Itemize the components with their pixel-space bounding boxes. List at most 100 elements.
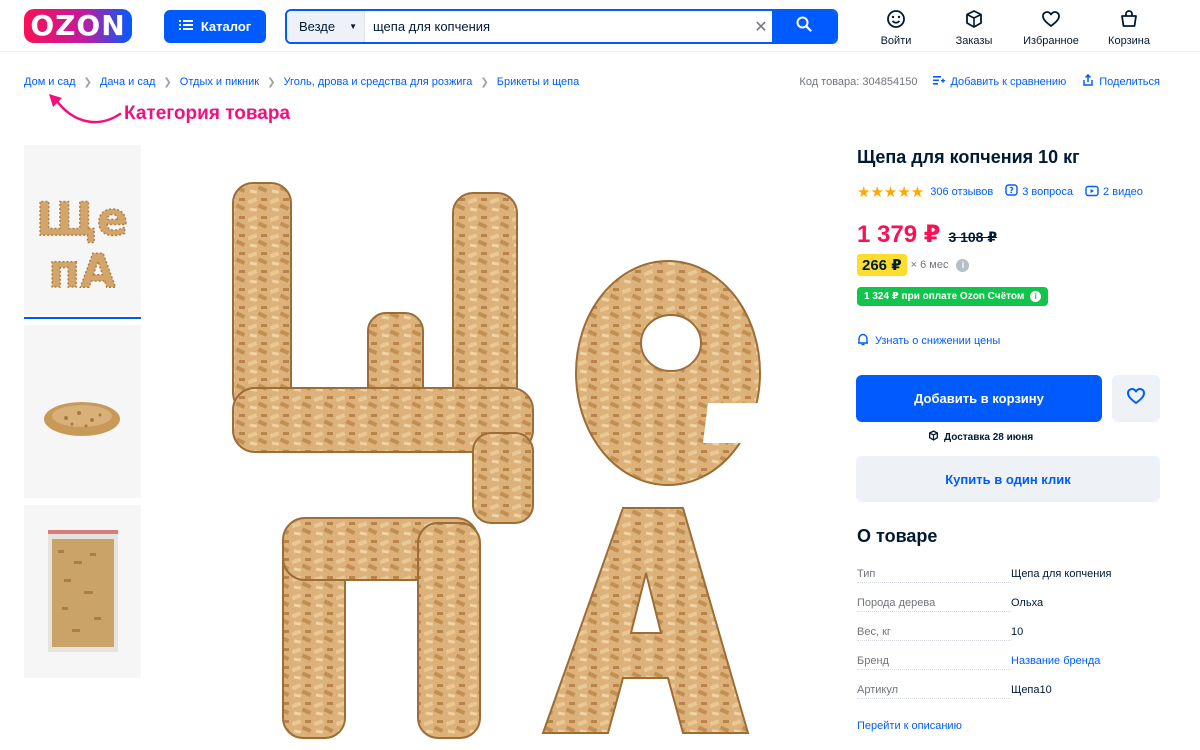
smile-icon bbox=[886, 9, 906, 34]
nav-favorites[interactable]: Избранное bbox=[1016, 9, 1086, 47]
brand-link[interactable]: Название бренда bbox=[1011, 655, 1100, 667]
heart-icon bbox=[1126, 387, 1146, 410]
spec-row: Тип Щепа для копчения bbox=[857, 568, 1160, 597]
wood-chips-letters-large-image bbox=[232, 182, 763, 739]
search-button[interactable] bbox=[772, 11, 836, 42]
gallery-thumbnail[interactable] bbox=[24, 505, 141, 678]
breadcrumb-item[interactable]: Брикеты и щепа bbox=[497, 76, 580, 88]
wood-chips-letters-image: Ще пА bbox=[24, 145, 141, 315]
bell-icon bbox=[857, 333, 869, 349]
videos-count: 2 видео bbox=[1103, 186, 1143, 198]
reviews-link[interactable]: 306 отзывов bbox=[930, 186, 993, 198]
compare-label: Добавить к сравнению bbox=[950, 75, 1067, 88]
menu-icon bbox=[178, 19, 193, 34]
compare-icon bbox=[933, 75, 946, 89]
share-icon bbox=[1082, 73, 1094, 89]
notify-label: Узнать о снижении цены bbox=[875, 335, 1001, 347]
installment-term: × 6 мес bbox=[910, 259, 949, 271]
questions-count: 3 вопроса bbox=[1022, 186, 1074, 198]
heart-icon bbox=[1041, 9, 1061, 34]
spec-key: Бренд bbox=[857, 655, 1011, 670]
current-price: 1 379 ₽ bbox=[857, 221, 941, 248]
nav-favorites-label: Избранное bbox=[1023, 35, 1079, 47]
add-to-cart-button[interactable]: Добавить в корзину bbox=[856, 375, 1102, 422]
spec-key: Порода дерева bbox=[857, 597, 1011, 612]
search-bar: Везде ▼ ✕ bbox=[285, 9, 838, 44]
specs-table: Тип Щепа для копчения Порода дерева Ольх… bbox=[857, 568, 1160, 713]
chevron-right-icon: ❯ bbox=[163, 76, 172, 88]
question-icon: ? bbox=[1005, 184, 1018, 200]
cart-icon bbox=[1119, 9, 1139, 34]
breadcrumb-item[interactable]: Дача и сад bbox=[100, 76, 155, 88]
active-thumbnail-indicator bbox=[24, 317, 141, 319]
nav-login-label: Войти bbox=[880, 35, 912, 47]
wood-chips-pile-image bbox=[24, 325, 141, 498]
product-title: Щепа для копчения 10 кг bbox=[857, 147, 1080, 167]
box-icon bbox=[928, 430, 939, 444]
spec-row: Вес, кг 10 bbox=[857, 626, 1160, 655]
box-icon bbox=[964, 9, 984, 34]
buy-one-click-button[interactable]: Купить в один клик bbox=[856, 456, 1160, 502]
breadcrumb-item[interactable]: Дом и сад bbox=[24, 76, 76, 88]
gallery-thumbnail[interactable]: Ще пА bbox=[24, 145, 141, 315]
old-price: 3 108 ₽ bbox=[948, 229, 998, 245]
spec-value: Щепа для копчения bbox=[1011, 568, 1112, 580]
svg-text:Ще: Ще bbox=[36, 192, 128, 246]
questions-link[interactable]: ? 3 вопроса bbox=[1005, 184, 1073, 200]
spec-key: Артикул bbox=[857, 684, 1011, 699]
annotation-label: Категория товара bbox=[124, 103, 291, 124]
compare-link[interactable]: Добавить к сравнению bbox=[933, 75, 1066, 89]
search-input[interactable] bbox=[373, 11, 753, 42]
chevron-right-icon: ❯ bbox=[267, 76, 276, 88]
main-product-image[interactable] bbox=[203, 143, 768, 743]
catalog-label: Каталог bbox=[200, 19, 252, 34]
search-icon bbox=[796, 16, 812, 37]
delivery-date: Доставка 28 июня bbox=[944, 431, 1034, 443]
header: OZON Каталог Везде ▼ ✕ Войти Заказы bbox=[0, 0, 1200, 52]
video-icon bbox=[1085, 185, 1099, 200]
spec-row: Порода дерева Ольха bbox=[857, 597, 1160, 626]
spec-row: Бренд Название бренда bbox=[857, 655, 1160, 684]
info-icon: i bbox=[1030, 291, 1042, 302]
annotation-arrow-icon bbox=[49, 94, 122, 124]
price-row: 1 379 ₽ 3 108 ₽ bbox=[857, 220, 997, 249]
breadcrumb-item[interactable]: Уголь, дрова и средства для розжига bbox=[283, 76, 472, 88]
gallery-thumbnail[interactable] bbox=[24, 325, 141, 498]
clear-search-icon[interactable]: ✕ bbox=[749, 11, 773, 42]
ozon-card-price-badge[interactable]: 1 324 ₽ при оплате Ozon Счётом i bbox=[857, 287, 1049, 306]
breadcrumb-item[interactable]: Отдых и пикник bbox=[180, 76, 259, 88]
spec-value: Щепа10 bbox=[1011, 684, 1052, 696]
search-scope-select[interactable]: Везде ▼ bbox=[287, 11, 365, 42]
add-to-favorites-button[interactable] bbox=[1112, 375, 1160, 422]
delivery-info: Доставка 28 июня bbox=[928, 430, 1033, 444]
logo-text: OZON bbox=[30, 9, 126, 42]
svg-text:?: ? bbox=[1009, 186, 1014, 195]
price-drop-notify-link[interactable]: Узнать о снижении цены bbox=[857, 333, 1000, 349]
nav-cart[interactable]: Корзина bbox=[1094, 9, 1164, 47]
nav-cart-label: Корзина bbox=[1108, 35, 1150, 47]
about-product-heading: О товаре bbox=[857, 526, 938, 546]
nav-login[interactable]: Войти bbox=[861, 9, 931, 47]
installment-row: 266 ₽ × 6 мес i bbox=[857, 254, 970, 276]
ozon-logo[interactable]: OZON bbox=[24, 9, 132, 43]
share-link[interactable]: Поделиться bbox=[1082, 73, 1160, 89]
search-scope-value: Везде bbox=[299, 19, 336, 34]
videos-link[interactable]: 2 видео bbox=[1085, 185, 1143, 200]
spec-row: Артикул Щепа10 bbox=[857, 684, 1160, 713]
caret-down-icon: ▼ bbox=[349, 22, 358, 31]
chevron-right-icon: ❯ bbox=[83, 76, 92, 88]
spec-value: 10 bbox=[1011, 626, 1024, 638]
svg-text:пА: пА bbox=[48, 244, 116, 298]
rating-row: ★★★★★ 306 отзывов ? 3 вопроса 2 видео bbox=[857, 183, 1155, 201]
catalog-button[interactable]: Каталог bbox=[164, 10, 266, 43]
product-sku: Код товара: 304854150 bbox=[799, 75, 918, 88]
spec-key: Тип bbox=[857, 568, 1011, 583]
nav-orders[interactable]: Заказы bbox=[939, 9, 1009, 47]
installment-price[interactable]: 266 ₽ bbox=[857, 254, 907, 276]
rating-stars-icon: ★★★★★ bbox=[857, 184, 925, 201]
product-toolbar: Код товара: 304854150 Добавить к сравнен… bbox=[799, 73, 1160, 89]
reviews-count: 306 отзывов bbox=[930, 186, 994, 198]
spec-value: Ольха bbox=[1011, 597, 1044, 609]
info-icon[interactable]: i bbox=[956, 258, 970, 272]
go-to-description-link[interactable]: Перейти к описанию bbox=[857, 720, 962, 732]
